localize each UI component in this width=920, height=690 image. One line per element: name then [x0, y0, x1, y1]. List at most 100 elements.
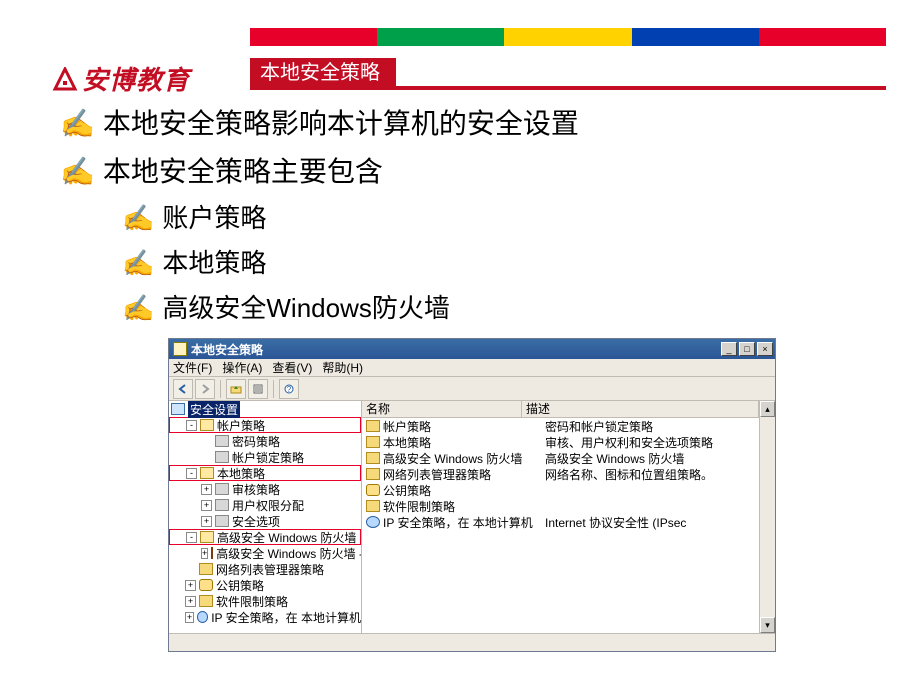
list-cell-desc: 网络名称、图标和位置组策略。 — [539, 466, 759, 483]
scroll-up-button[interactable]: ▴ — [760, 401, 775, 417]
tree-root[interactable]: 安全设置 — [169, 401, 361, 417]
toolbar: ? — [169, 377, 775, 401]
logo-text: 安博教育 — [82, 60, 190, 97]
menu-action[interactable]: 操作(A) — [222, 359, 262, 376]
expand-icon[interactable]: + — [201, 516, 212, 527]
minimize-button[interactable]: _ — [721, 342, 737, 356]
tree-node[interactable]: + 高级安全 Windows 防火墙 - 本地 — [169, 545, 361, 561]
list-row[interactable]: 公钥策略 — [362, 482, 759, 498]
tree-root-label: 安全设置 — [188, 401, 240, 418]
bullet-level2: ✍ 账户策略 — [122, 198, 579, 235]
list-row[interactable]: 本地策略 审核、用户权利和安全选项策略 — [362, 434, 759, 450]
bullet-icon: ✍ — [60, 107, 95, 140]
key-icon — [366, 484, 380, 496]
maximize-button[interactable]: □ — [739, 342, 755, 356]
list-cell-name: 高级安全 Windows 防火墙 — [383, 450, 539, 467]
tree-node-label: 密码策略 — [232, 433, 280, 450]
tree-node[interactable]: + 审核策略 — [169, 481, 361, 497]
arrow-left-icon — [178, 384, 188, 394]
folder-icon — [366, 500, 380, 512]
toolbar-properties-button[interactable] — [248, 379, 268, 399]
list-cell-desc: 审核、用户权利和安全选项策略 — [539, 434, 759, 451]
column-name[interactable]: 名称 — [362, 401, 522, 417]
tree-node-firewall[interactable]: - 高级安全 Windows 防火墙 — [169, 529, 361, 545]
folder-icon — [366, 436, 380, 448]
mmc-window: 本地安全策略 _ □ × 文件(F) 操作(A) 查看(V) 帮助(H) ? — [168, 338, 776, 652]
collapse-icon[interactable]: - — [186, 532, 197, 543]
toolbar-up-button[interactable] — [226, 379, 246, 399]
help-icon: ? — [284, 384, 294, 394]
toolbar-back-button[interactable] — [173, 379, 193, 399]
tree-node[interactable]: 网络列表管理器策略 — [169, 561, 361, 577]
firewall-icon — [211, 547, 213, 559]
tree-node-label: 软件限制策略 — [216, 593, 288, 610]
list-cell-name: 公钥策略 — [383, 482, 539, 499]
node-icon — [215, 451, 229, 463]
header-stripes — [250, 28, 886, 46]
column-desc[interactable]: 描述 — [522, 401, 759, 417]
list-cell-name: 本地策略 — [383, 434, 539, 451]
header-underline — [250, 86, 886, 90]
list-cell-name: IP 安全策略，在 本地计算机 — [383, 514, 539, 531]
tree-node-label: 帐户策略 — [217, 417, 265, 434]
tree-node[interactable]: + 用户权限分配 — [169, 497, 361, 513]
scroll-down-button[interactable]: ▾ — [760, 617, 775, 633]
folder-icon — [366, 420, 380, 432]
tree-node[interactable]: 密码策略 — [169, 433, 361, 449]
vertical-scrollbar[interactable]: ▴ ▾ — [759, 401, 775, 633]
window-titlebar[interactable]: 本地安全策略 _ □ × — [169, 339, 775, 359]
logo-mark-icon — [52, 67, 78, 91]
tree-node-local-policy[interactable]: - 本地策略 — [169, 465, 361, 481]
bullet-level2: ✍ 高级安全Windows防火墙 — [122, 288, 579, 325]
tree-node[interactable]: + 公钥策略 — [169, 577, 361, 593]
list-icon — [253, 384, 263, 394]
tree-pane[interactable]: 安全设置 - 帐户策略 密码策略 帐户锁定策略 - 本地策略 — [169, 401, 362, 633]
bullet-text: 高级安全Windows防火墙 — [162, 288, 449, 325]
tree-node-account-policy[interactable]: - 帐户策略 — [169, 417, 361, 433]
expand-icon[interactable]: + — [201, 484, 212, 495]
tree-node[interactable]: 帐户锁定策略 — [169, 449, 361, 465]
tree-node[interactable]: + IP 安全策略，在 本地计算机 — [169, 609, 361, 625]
menu-help[interactable]: 帮助(H) — [322, 359, 363, 376]
expand-icon[interactable]: + — [201, 548, 208, 559]
list-row[interactable]: 网络列表管理器策略 网络名称、图标和位置组策略。 — [362, 466, 759, 482]
collapse-icon[interactable]: - — [186, 420, 197, 431]
tree-node[interactable]: + 安全选项 — [169, 513, 361, 529]
expand-icon[interactable]: + — [185, 596, 196, 607]
toolbar-help-button[interactable]: ? — [279, 379, 299, 399]
list-row[interactable]: 高级安全 Windows 防火墙 高级安全 Windows 防火墙 — [362, 450, 759, 466]
list-row[interactable]: 软件限制策略 — [362, 498, 759, 514]
tree-node[interactable]: + 软件限制策略 — [169, 593, 361, 609]
arrow-right-icon — [200, 384, 210, 394]
list-row[interactable]: 帐户策略 密码和帐户锁定策略 — [362, 418, 759, 434]
list-row[interactable]: IP 安全策略，在 本地计算机 Internet 协议安全性 (IPsec — [362, 514, 759, 530]
tree-node-label: 审核策略 — [232, 481, 280, 498]
slide-title: 本地安全策略 — [250, 58, 396, 88]
brand-logo: 安博教育 — [52, 60, 190, 97]
expand-icon[interactable]: + — [201, 500, 212, 511]
bullet-level2: ✍ 本地策略 — [122, 243, 579, 280]
menu-view[interactable]: 查看(V) — [272, 359, 312, 376]
node-icon — [215, 515, 229, 527]
scroll-track[interactable] — [760, 417, 775, 617]
folder-icon — [199, 595, 213, 607]
expand-icon[interactable]: + — [185, 580, 196, 591]
close-button[interactable]: × — [757, 342, 773, 356]
list-pane[interactable]: 名称 描述 帐户策略 密码和帐户锁定策略 本地策略 审核、用户权利和安全选项策略… — [362, 401, 759, 633]
list-header[interactable]: 名称 描述 — [362, 401, 759, 418]
folder-icon — [366, 468, 380, 480]
tree-node-label: 本地策略 — [217, 465, 265, 482]
folder-icon — [199, 563, 213, 575]
list-cell-name: 帐户策略 — [383, 418, 539, 435]
toolbar-forward-button[interactable] — [195, 379, 215, 399]
tree-node-label: 公钥策略 — [216, 577, 264, 594]
menu-file[interactable]: 文件(F) — [173, 359, 212, 376]
bullet-text: 本地安全策略影响本计算机的安全设置 — [103, 102, 579, 142]
bullet-icon: ✍ — [122, 248, 154, 279]
folder-up-icon — [230, 384, 242, 394]
tree-node-label: 网络列表管理器策略 — [216, 561, 324, 578]
expand-icon[interactable]: + — [185, 612, 194, 623]
menu-bar: 文件(F) 操作(A) 查看(V) 帮助(H) — [169, 359, 775, 377]
collapse-icon[interactable]: - — [186, 468, 197, 479]
folder-open-icon — [200, 467, 214, 479]
